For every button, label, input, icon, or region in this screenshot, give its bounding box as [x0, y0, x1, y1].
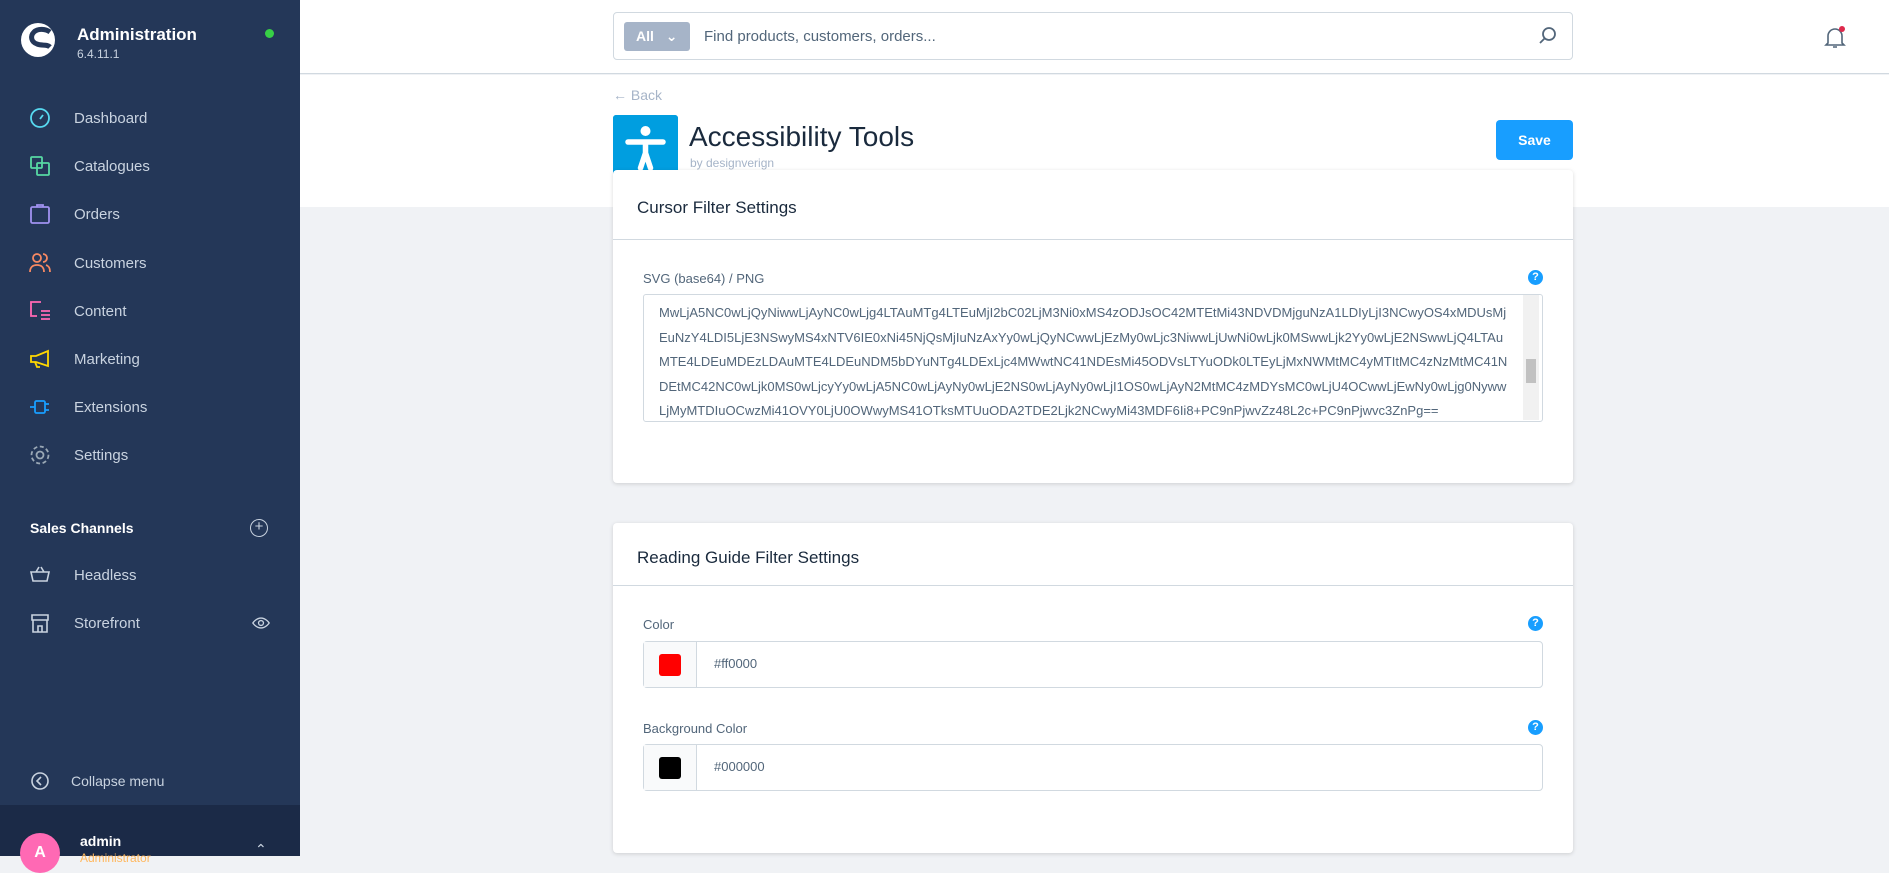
- sidebar-item-catalogues[interactable]: Catalogues: [0, 146, 300, 186]
- dashboard-icon: [30, 108, 50, 128]
- orders-icon: [30, 204, 50, 224]
- notification-bell-icon[interactable]: [1822, 24, 1848, 50]
- search-type-select[interactable]: All ⌄: [624, 22, 690, 51]
- svg-label: SVG (base64) / PNG: [643, 271, 765, 286]
- sidebar-item-label: Storefront: [74, 614, 140, 632]
- back-link[interactable]: ← Back: [613, 87, 662, 103]
- sidebar-item-headless[interactable]: Headless: [0, 555, 300, 595]
- scrollbar-thumb[interactable]: [1526, 359, 1536, 383]
- app-author: by designverign: [690, 156, 775, 170]
- textarea-scrollbar[interactable]: [1523, 295, 1539, 420]
- color-picker-button[interactable]: [644, 745, 697, 790]
- chevron-down-icon: ⌄: [665, 28, 678, 44]
- save-button[interactable]: Save: [1496, 120, 1573, 160]
- sidebar-item-label: Customers: [74, 254, 147, 272]
- collapse-menu-button[interactable]: Collapse menu: [0, 761, 300, 801]
- help-icon[interactable]: ?: [1528, 720, 1543, 735]
- back-label: Back: [630, 87, 663, 103]
- color-swatch: [659, 654, 681, 676]
- sidebar-item-content[interactable]: Content: [0, 291, 300, 331]
- color-picker-button[interactable]: [644, 642, 697, 687]
- card-title: Cursor Filter Settings: [637, 198, 797, 217]
- status-indicator: [265, 29, 274, 38]
- divider: [613, 239, 1573, 240]
- background-color-label: Background Color: [643, 721, 748, 736]
- content-icon: [30, 301, 50, 320]
- sidebar-item-label: Extensions: [74, 398, 148, 416]
- svg-textarea[interactable]: MwLjA5NC0wLjQyNiwwLjAyNC0wLjg4LTAuMTg4LT…: [643, 294, 1543, 422]
- chevron-up-icon[interactable]: ⌃: [255, 841, 267, 858]
- background-color-field[interactable]: #000000: [643, 744, 1543, 791]
- sidebar-item-orders[interactable]: Orders: [0, 194, 300, 234]
- collapse-menu-label: Collapse menu: [71, 773, 165, 789]
- help-icon[interactable]: ?: [1528, 616, 1543, 631]
- sidebar-item-label: Orders: [74, 205, 120, 223]
- marketing-icon: [30, 349, 49, 368]
- catalogues-icon: [30, 156, 50, 176]
- sidebar-item-extensions[interactable]: Extensions: [0, 387, 300, 427]
- background-color-value: #000000: [714, 759, 765, 774]
- cursor-filter-card: Cursor Filter Settings SVG (base64) / PN…: [613, 170, 1573, 483]
- page-title: Accessibility Tools: [689, 121, 915, 152]
- basket-icon: [30, 566, 50, 582]
- svg-field: MwLjA5NC0wLjQyNiwwLjAyNC0wLjg4LTAuMTg4LT…: [613, 294, 1573, 424]
- sidebar-item-label: Content: [74, 302, 127, 320]
- app-version: 6.4.11.1: [77, 47, 120, 61]
- card-title: Reading Guide Filter Settings: [637, 548, 860, 567]
- sidebar-item-label: Headless: [74, 566, 137, 584]
- color-field[interactable]: #ff0000: [643, 641, 1543, 688]
- add-sales-channel-button[interactable]: +: [250, 519, 268, 537]
- user-role: Administrator: [80, 851, 151, 865]
- storefront-icon: [31, 614, 49, 633]
- sidebar-item-settings[interactable]: Settings: [0, 435, 300, 475]
- extensions-icon: [30, 400, 49, 414]
- app-title: Administration: [77, 25, 197, 44]
- color-label: Color: [643, 617, 675, 632]
- sidebar-item-label: Settings: [74, 446, 129, 464]
- sidebar-item-storefront[interactable]: Storefront: [0, 603, 300, 643]
- settings-icon: [30, 445, 50, 465]
- sidebar: Administration 6.4.11.1 Dashboard Catalo…: [0, 0, 300, 873]
- avatar: A: [20, 833, 60, 873]
- reading-guide-card: Reading Guide Filter Settings Color ? #f…: [613, 523, 1573, 853]
- user-name: admin: [80, 833, 122, 849]
- sidebar-item-label: Dashboard: [74, 109, 148, 127]
- divider: [613, 585, 1573, 586]
- top-bar: All ⌄: [300, 0, 1889, 74]
- sidebar-item-label: Catalogues: [74, 157, 150, 175]
- customers-icon: [29, 253, 51, 273]
- eye-icon[interactable]: [252, 612, 270, 634]
- search-icon[interactable]: [1538, 26, 1558, 46]
- color-value: #ff0000: [714, 656, 758, 671]
- user-menu[interactable]: A admin Administrator ⌃: [0, 805, 300, 873]
- sidebar-item-customers[interactable]: Customers: [0, 243, 300, 283]
- shopware-logo-icon: [21, 23, 55, 57]
- sidebar-item-marketing[interactable]: Marketing: [0, 339, 300, 379]
- sales-channels-heading: Sales Channels: [30, 520, 134, 536]
- color-swatch: [659, 757, 681, 779]
- search-input[interactable]: [704, 13, 1504, 59]
- sidebar-item-label: Marketing: [74, 350, 140, 368]
- global-search: All ⌄: [613, 12, 1573, 60]
- help-icon[interactable]: ?: [1528, 270, 1543, 285]
- search-type-value: All: [636, 28, 654, 44]
- chevron-left-circle-icon: [31, 772, 49, 790]
- sidebar-item-dashboard[interactable]: Dashboard: [0, 98, 300, 138]
